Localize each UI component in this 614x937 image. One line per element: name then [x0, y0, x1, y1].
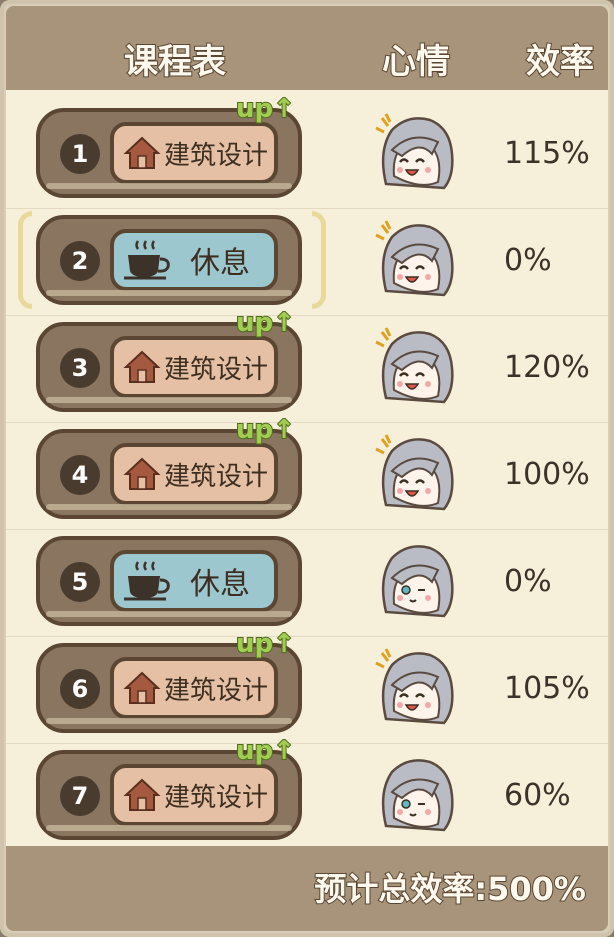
slot-number: 3	[60, 348, 100, 388]
efficiency-value: 0%	[504, 564, 552, 599]
schedule-slot[interactable]: 3 建筑设计 up↑	[36, 307, 302, 412]
efficiency-value: 0%	[504, 243, 552, 278]
house-icon	[122, 133, 164, 173]
schedule-slot[interactable]: 6 建筑设计 up↑	[36, 628, 302, 733]
efficiency-value: 115%	[504, 136, 590, 171]
up-label: up	[235, 735, 274, 767]
up-label: up	[235, 93, 274, 125]
schedule-title: 课程表	[123, 41, 227, 83]
course-label: 建筑设计	[164, 675, 269, 706]
efficiency-value: 100%	[504, 457, 590, 492]
house-icon	[122, 775, 164, 815]
efficiency-value: 120%	[504, 350, 590, 385]
slot-number: 2	[60, 241, 100, 281]
course-building-design[interactable]: 建筑设计	[110, 122, 278, 184]
course-building-design[interactable]: 建筑设计	[110, 657, 278, 719]
mood-happy-icon	[372, 645, 458, 731]
efficiency-value: 105%	[504, 671, 590, 706]
course-label: 建筑设计	[164, 461, 269, 492]
up-badge: up↑	[235, 414, 296, 446]
mood-happy-icon	[372, 217, 458, 303]
coffee-cup-icon	[122, 237, 176, 283]
course-building-design[interactable]: 建筑设计	[110, 443, 278, 505]
selection-bracket-left	[18, 211, 32, 309]
course-rest[interactable]: 休息	[110, 550, 278, 612]
up-label: up	[235, 414, 274, 446]
total-efficiency: 预计总效率:500%	[313, 869, 587, 909]
course-label: 休息	[190, 567, 250, 602]
up-label: up	[235, 628, 274, 660]
up-arrow-icon: ↑	[272, 93, 296, 125]
row-divider	[6, 529, 608, 530]
schedule-slot[interactable]: 5 休息	[36, 536, 302, 626]
up-arrow-icon: ↑	[272, 628, 296, 660]
schedule-slot[interactable]: 1 建筑设计 up↑	[36, 93, 302, 198]
efficiency-value: 60%	[504, 778, 571, 813]
up-badge: up↑	[235, 93, 296, 125]
slot-number: 5	[60, 562, 100, 602]
course-building-design[interactable]: 建筑设计	[110, 764, 278, 826]
header-bar: 课程表 心情 效率	[6, 6, 608, 90]
mood-calm-icon	[372, 538, 458, 624]
up-arrow-icon: ↑	[272, 307, 296, 339]
coffee-cup-icon	[122, 558, 176, 604]
up-badge: up↑	[235, 628, 296, 660]
mood-happy-icon	[372, 110, 458, 196]
row-divider	[6, 422, 608, 423]
up-label: up	[235, 307, 274, 339]
schedule-slot[interactable]: 7 建筑设计 up↑	[36, 735, 302, 840]
selection-bracket-right	[312, 211, 326, 309]
slot-number: 4	[60, 455, 100, 495]
course-label: 建筑设计	[164, 782, 269, 813]
up-badge: up↑	[235, 735, 296, 767]
up-badge: up↑	[235, 307, 296, 339]
up-arrow-icon: ↑	[272, 735, 296, 767]
slot-number: 1	[60, 134, 100, 174]
course-rest[interactable]: 休息	[110, 229, 278, 291]
house-icon	[122, 454, 164, 494]
course-label: 建筑设计	[164, 140, 269, 171]
mood-title: 心情	[381, 41, 451, 83]
schedule-panel: 课程表 心情 效率 1 建筑设计 up↑ 115% 2 休息 0% 3 建筑设计 up↑ 120% 4…	[0, 0, 614, 937]
row-divider	[6, 636, 608, 637]
row-divider	[6, 208, 608, 209]
mood-calm-icon	[372, 752, 458, 838]
slot-number: 6	[60, 669, 100, 709]
mood-happy-icon	[372, 431, 458, 517]
row-divider	[6, 315, 608, 316]
schedule-slot[interactable]: 2 休息	[36, 215, 302, 305]
up-arrow-icon: ↑	[272, 414, 296, 446]
course-label: 休息	[190, 246, 250, 281]
course-building-design[interactable]: 建筑设计	[110, 336, 278, 398]
efficiency-title: 效率	[525, 41, 595, 83]
footer-bar: 预计总效率:500%	[6, 846, 608, 931]
row-divider	[6, 743, 608, 744]
house-icon	[122, 347, 164, 387]
course-label: 建筑设计	[164, 354, 269, 385]
mood-happy-icon	[372, 324, 458, 410]
schedule-slot[interactable]: 4 建筑设计 up↑	[36, 414, 302, 519]
slot-number: 7	[60, 776, 100, 816]
house-icon	[122, 668, 164, 708]
